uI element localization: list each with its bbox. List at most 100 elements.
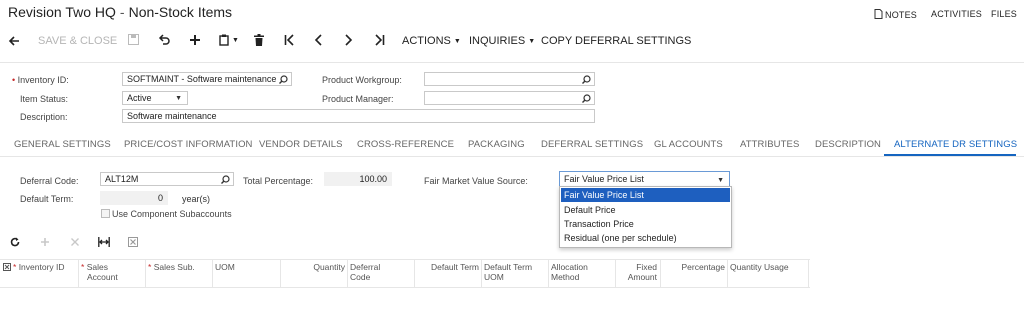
- refresh-button[interactable]: [10, 237, 20, 250]
- search-icon: [221, 175, 230, 184]
- fit-columns-button[interactable]: [98, 237, 110, 250]
- inquiries-label: INQUIRIES: [469, 35, 526, 47]
- page-title: Revision Two HQ - Non-Stock Items: [8, 4, 232, 20]
- chevron-down-icon: ▼: [232, 37, 239, 44]
- notes-label: NOTES: [885, 10, 918, 20]
- product-manager-field[interactable]: [424, 91, 595, 105]
- title-separator: -: [119, 4, 125, 20]
- tab-price-cost-information[interactable]: PRICE/COST INFORMATION: [124, 134, 253, 156]
- column-separator: [615, 260, 616, 287]
- default-term-unit: year(s): [182, 194, 211, 204]
- description-field[interactable]: Software maintenance: [122, 109, 595, 123]
- product-workgroup-field[interactable]: [424, 72, 595, 86]
- plus-icon: [190, 35, 200, 45]
- column-separator: [145, 260, 146, 287]
- column-separator: [808, 260, 809, 287]
- activities-link[interactable]: ACTIVITIES: [931, 9, 982, 19]
- item-status-label: Item Status:: [20, 94, 69, 104]
- default-term-label: Default Term:: [20, 194, 74, 204]
- tab-general-settings[interactable]: GENERAL SETTINGS: [14, 134, 111, 156]
- grid-header: * Inventory ID * Sales Account * Sales Su…: [0, 259, 810, 288]
- delete-row-button[interactable]: [70, 237, 80, 250]
- search-icon: [582, 94, 591, 103]
- deferral-code-label: Deferral Code:: [20, 176, 79, 186]
- item-status-select[interactable]: Active ▼: [122, 91, 188, 105]
- save-icon: [128, 34, 139, 45]
- product-workgroup-label: Product Workgroup:: [322, 75, 402, 85]
- last-icon: [375, 34, 385, 46]
- toolbar: SAVE & CLOSE ▼ ACTIONS ▼ INQUIRIES ▼ COPY …: [0, 30, 1024, 52]
- tab-description[interactable]: DESCRIPTION: [815, 134, 881, 156]
- fmv-source-dropdown: Fair Value Price List Default Price Tran…: [559, 186, 732, 248]
- plus-icon: [41, 238, 49, 246]
- tab-packaging[interactable]: PACKAGING: [468, 134, 525, 156]
- column-separator: [78, 260, 79, 287]
- chevron-left-icon: [314, 34, 322, 46]
- close-icon: [71, 238, 79, 246]
- notes-icon: [874, 9, 883, 19]
- toolbar-divider: [0, 62, 1024, 63]
- actions-menu[interactable]: ACTIONS ▼: [402, 30, 461, 52]
- tab-vendor-details[interactable]: VENDOR DETAILS: [259, 134, 343, 156]
- use-component-subaccounts-checkbox[interactable]: Use Component Subaccounts: [101, 209, 232, 219]
- inquiries-menu[interactable]: INQUIRIES ▼: [469, 30, 535, 52]
- deferral-code-field[interactable]: ALT12M: [100, 172, 234, 186]
- column-separator: [481, 260, 482, 287]
- column-uom[interactable]: UOM: [215, 262, 235, 272]
- inventory-id-field[interactable]: SOFTMAINT - Software maintenance: [122, 72, 292, 86]
- column-deferral-code[interactable]: Deferral Code: [350, 262, 380, 282]
- tab-attributes[interactable]: ATTRIBUTES: [740, 134, 799, 156]
- product-manager-label: Product Manager:: [322, 94, 394, 104]
- add-row-button[interactable]: [40, 237, 50, 250]
- excel-icon: [128, 237, 138, 247]
- first-icon: [284, 34, 294, 46]
- column-separator: [280, 260, 281, 287]
- company-name: Revision Two HQ: [8, 4, 116, 20]
- clipboard-icon: [219, 34, 229, 46]
- files-link[interactable]: FILES: [991, 9, 1017, 19]
- trash-icon: [254, 34, 264, 46]
- notes-link[interactable]: NOTES: [874, 9, 917, 20]
- column-sales-account[interactable]: * Sales Account: [81, 262, 118, 282]
- tab-deferral-settings[interactable]: DEFERRAL SETTINGS: [541, 134, 643, 156]
- dropdown-option-fair-value-price-list[interactable]: Fair Value Price List: [561, 188, 730, 202]
- dropdown-option-transaction-price[interactable]: Transaction Price: [561, 217, 730, 231]
- column-sales-sub[interactable]: * Sales Sub.: [148, 262, 195, 272]
- default-term-field[interactable]: 0: [100, 191, 168, 205]
- dropdown-option-default-price[interactable]: Default Price: [561, 203, 730, 217]
- actions-label: ACTIONS: [402, 35, 451, 47]
- use-component-subaccounts-label: Use Component Subaccounts: [112, 209, 232, 219]
- search-icon: [279, 75, 288, 84]
- tab-alternate-dr-settings[interactable]: ALTERNATE DR SETTINGS: [894, 134, 1017, 156]
- export-excel-button[interactable]: [128, 237, 138, 250]
- description-label: Description:: [20, 112, 68, 122]
- chevron-down-icon: ▼: [175, 95, 182, 102]
- dropdown-option-residual[interactable]: Residual (one per schedule): [561, 231, 730, 245]
- back-arrow-icon: [8, 36, 19, 46]
- column-default-term-uom[interactable]: Default Term UOM: [484, 262, 532, 282]
- fmv-source-select[interactable]: Fair Value Price List ▼: [559, 171, 730, 187]
- save-close-button[interactable]: SAVE & CLOSE: [38, 30, 117, 52]
- copy-deferral-settings-button[interactable]: COPY DEFERRAL SETTINGS: [541, 30, 691, 52]
- column-percentage[interactable]: Percentage: [663, 262, 725, 272]
- column-quantity-usage[interactable]: Quantity Usage: [730, 262, 789, 272]
- chevron-down-icon: ▼: [528, 38, 536, 45]
- search-icon: [582, 75, 591, 84]
- column-separator: [660, 260, 661, 287]
- column-default-term[interactable]: Default Term: [417, 262, 479, 272]
- total-percentage-field: 100.00: [324, 172, 392, 186]
- tab-bar: GENERAL SETTINGS PRICE/COST INFORMATION …: [0, 134, 1024, 156]
- column-fixed-amount[interactable]: Fixed Amount: [618, 262, 657, 282]
- chevron-right-icon: [345, 34, 353, 46]
- column-quantity[interactable]: Quantity: [283, 262, 345, 272]
- column-separator: [727, 260, 728, 287]
- fmv-source-label: Fair Market Value Source:: [424, 176, 528, 186]
- chevron-down-icon: ▼: [453, 38, 461, 45]
- column-separator: [347, 260, 348, 287]
- column-inventory-id[interactable]: * Inventory ID: [13, 262, 65, 272]
- file-attachment-icon[interactable]: [3, 263, 11, 271]
- tab-gl-accounts[interactable]: GL ACCOUNTS: [654, 134, 723, 156]
- tab-cross-reference[interactable]: CROSS-REFERENCE: [357, 134, 454, 156]
- inventory-id-label: • Inventory ID:: [12, 75, 69, 85]
- column-allocation-method[interactable]: Allocation Method: [551, 262, 588, 282]
